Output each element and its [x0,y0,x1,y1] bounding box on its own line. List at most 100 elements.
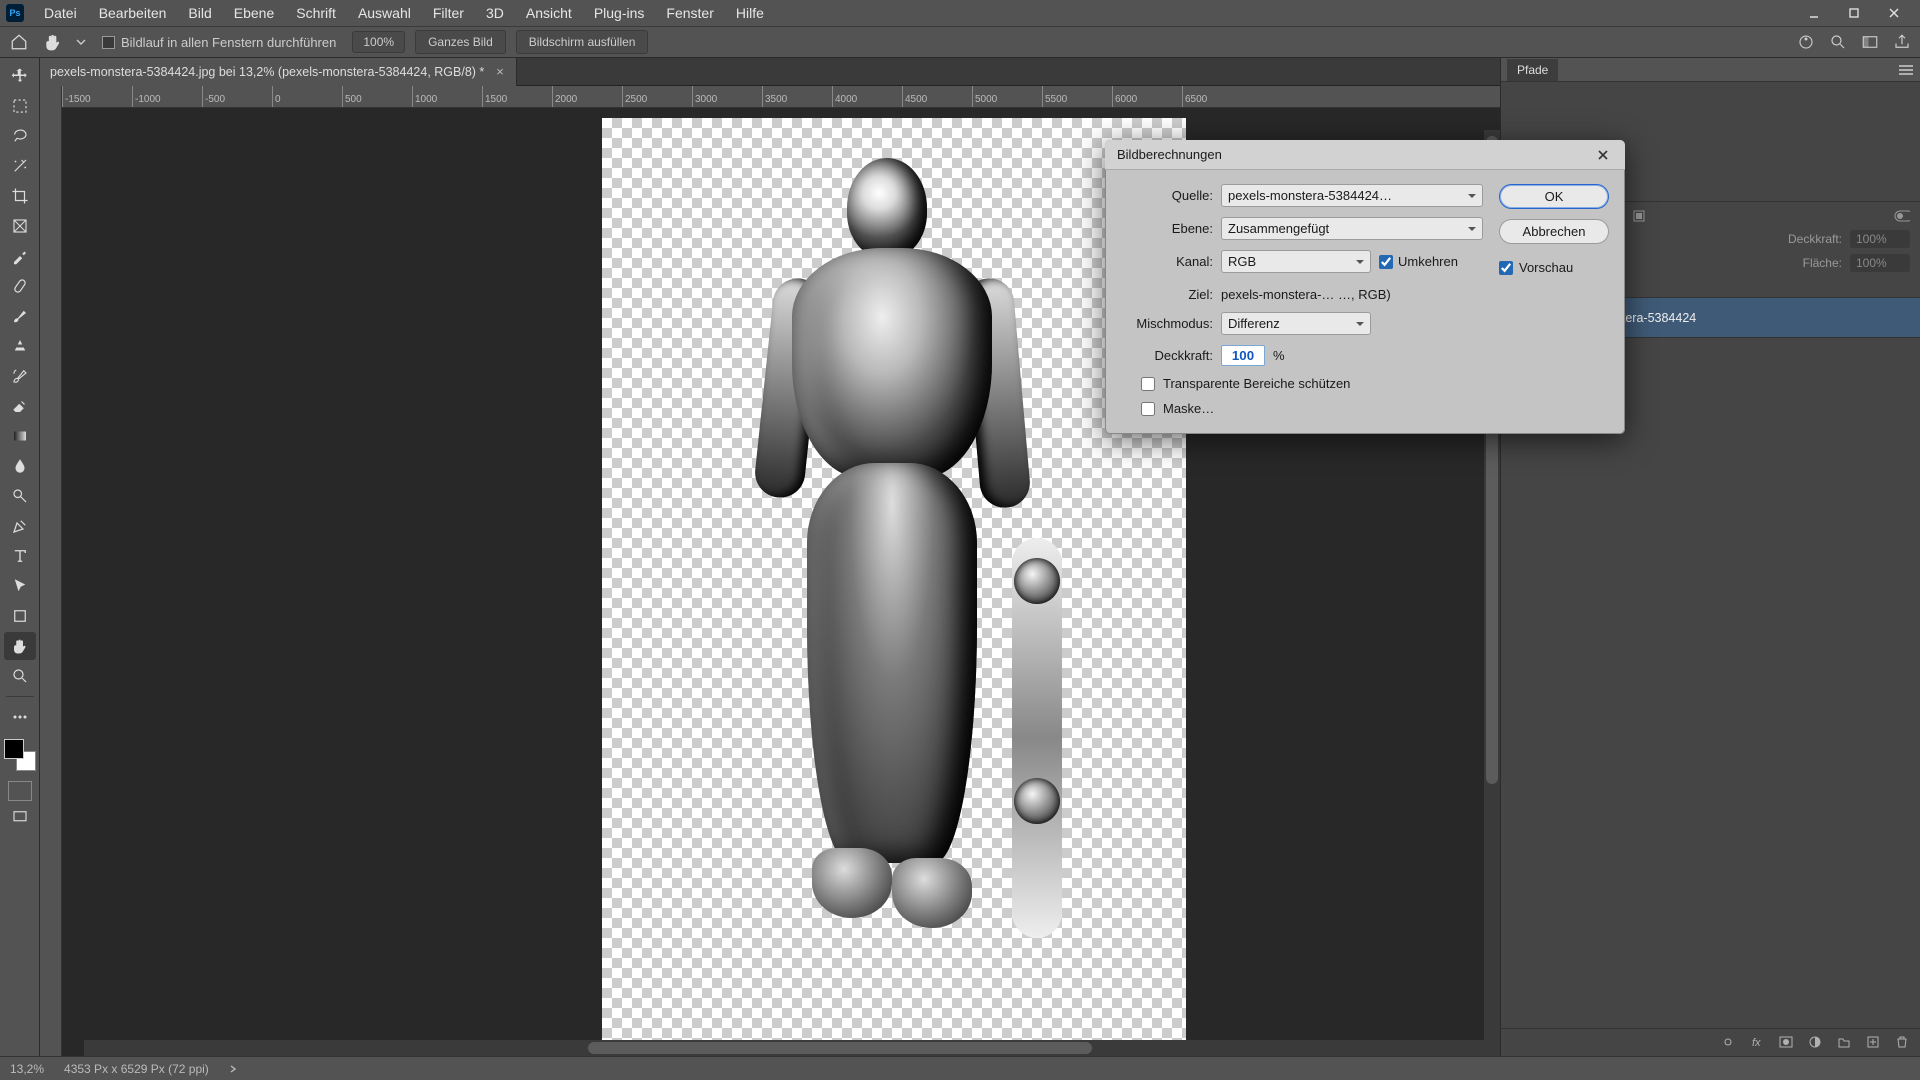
search-icon[interactable] [1828,32,1848,52]
eyedropper-tool[interactable] [4,242,36,270]
menu-image[interactable]: Bild [178,1,221,25]
status-zoom[interactable]: 13,2% [10,1062,44,1076]
workspace-icon[interactable] [1860,32,1880,52]
menu-filter[interactable]: Filter [423,1,474,25]
preserve-transparency-checkbox[interactable]: Transparente Bereiche schützen [1121,376,1483,391]
preserve-transparency-input[interactable] [1141,377,1155,391]
path-selection-tool[interactable] [4,572,36,600]
layer-mask-icon[interactable] [1779,1035,1794,1050]
menu-type[interactable]: Schrift [286,1,346,25]
dodge-tool[interactable] [4,482,36,510]
menu-3d[interactable]: 3D [476,1,514,25]
menu-edit[interactable]: Bearbeiten [89,1,177,25]
opacity-value[interactable]: 100% [1850,230,1910,248]
shape-tool[interactable] [4,602,36,630]
channel-label: Kanal: [1121,254,1213,269]
cancel-button[interactable]: Abbrechen [1499,219,1609,244]
hand-tool-button[interactable] [4,632,36,660]
history-brush-tool[interactable] [4,362,36,390]
new-layer-icon[interactable] [1866,1035,1881,1050]
screen-mode-icon[interactable] [4,803,36,831]
source-select[interactable]: pexels-monstera-5384424… [1221,184,1483,207]
share-icon[interactable] [1892,32,1912,52]
move-tool[interactable] [4,62,36,90]
brush-tool[interactable] [4,302,36,330]
quick-mask-mode[interactable] [8,781,32,801]
menu-layer[interactable]: Ebene [224,1,284,25]
marquee-tool[interactable] [4,92,36,120]
dialog-close-icon[interactable] [1593,145,1613,165]
fill-screen-button[interactable]: Bildschirm ausfüllen [516,30,649,54]
eraser-tool[interactable] [4,392,36,420]
target-value: pexels-monstera-… …, RGB) [1221,287,1391,302]
filter-smart-icon[interactable] [1631,208,1647,224]
menu-window[interactable]: Fenster [656,1,723,25]
ruler-tick: 0 [275,94,281,105]
group-icon[interactable] [1837,1035,1852,1050]
ruler-tick: 3500 [765,94,787,105]
magic-wand-tool[interactable] [4,152,36,180]
scroll-all-windows-input[interactable] [102,36,115,49]
delete-layer-icon[interactable] [1895,1035,1910,1050]
clone-stamp-tool[interactable] [4,332,36,360]
mask-label: Maske… [1163,401,1214,416]
invert-checkbox[interactable]: Umkehren [1379,254,1458,269]
color-swatches[interactable] [4,739,36,771]
menu-select[interactable]: Auswahl [348,1,421,25]
frame-tool[interactable] [4,212,36,240]
window-maximize-button[interactable] [1834,0,1874,26]
foreground-color-swatch[interactable] [4,739,24,759]
dialog-titlebar[interactable]: Bildberechnungen [1105,140,1625,170]
adjustment-layer-icon[interactable] [1808,1035,1823,1050]
scroll-all-windows-checkbox[interactable]: Bildlauf in allen Fenstern durchführen [96,35,342,50]
layer-select[interactable]: Zusammengefügt [1221,217,1483,240]
ok-button[interactable]: OK [1499,184,1609,209]
opacity-input[interactable] [1221,345,1265,366]
pen-tool[interactable] [4,512,36,540]
layer-style-icon[interactable]: fx [1750,1035,1765,1050]
status-chevron-icon[interactable] [229,1064,237,1074]
preview-label: Vorschau [1519,260,1573,275]
channel-select[interactable]: RGB [1221,250,1371,273]
healing-brush-tool[interactable] [4,272,36,300]
invert-label: Umkehren [1398,254,1458,269]
scroll-all-windows-label: Bildlauf in allen Fenstern durchführen [121,35,336,50]
mask-checkbox[interactable]: Maske… [1121,401,1483,416]
preview-input[interactable] [1499,261,1513,275]
fill-value[interactable]: 100% [1850,254,1910,272]
paths-tab[interactable]: Pfade [1507,59,1558,81]
type-tool[interactable] [4,542,36,570]
menu-view[interactable]: Ansicht [516,1,582,25]
status-doc-info[interactable]: 4353 Px x 6529 Px (72 ppi) [64,1062,209,1076]
edit-toolbar-icon[interactable] [4,703,36,731]
vertical-ruler[interactable] [40,86,62,1056]
zoom-tool[interactable] [4,662,36,690]
document-tab-bar: pexels-monstera-5384424.jpg bei 13,2% (p… [40,58,1500,86]
tool-preset-dropdown-icon[interactable] [76,37,86,47]
blur-tool[interactable] [4,452,36,480]
filter-toggle-icon[interactable] [1894,208,1910,224]
menu-plugins[interactable]: Plug-ins [584,1,655,25]
panel-menu-icon[interactable] [1898,64,1914,76]
horizontal-scrollbar[interactable] [84,1040,1484,1056]
home-icon[interactable] [8,31,30,53]
invert-input[interactable] [1379,255,1393,269]
preview-checkbox[interactable]: Vorschau [1499,260,1609,275]
window-minimize-button[interactable] [1794,0,1834,26]
blend-select[interactable]: Differenz [1221,312,1371,335]
menu-help[interactable]: Hilfe [726,1,774,25]
horizontal-ruler[interactable]: -1500 -1000 -500 0 500 1000 1500 2000 25… [62,86,1500,108]
full-image-button[interactable]: Ganzes Bild [415,30,506,54]
cloud-docs-icon[interactable] [1796,32,1816,52]
lasso-tool[interactable] [4,122,36,150]
close-tab-icon[interactable]: × [494,64,506,79]
zoom-100-button[interactable]: 100% [352,31,405,53]
link-layers-icon[interactable] [1721,1035,1736,1050]
document-tab[interactable]: pexels-monstera-5384424.jpg bei 13,2% (p… [40,58,517,86]
mask-input[interactable] [1141,402,1155,416]
window-close-button[interactable] [1874,0,1914,26]
ruler-tick: 6000 [1115,94,1137,105]
crop-tool[interactable] [4,182,36,210]
gradient-tool[interactable] [4,422,36,450]
menu-file[interactable]: Datei [34,1,87,25]
